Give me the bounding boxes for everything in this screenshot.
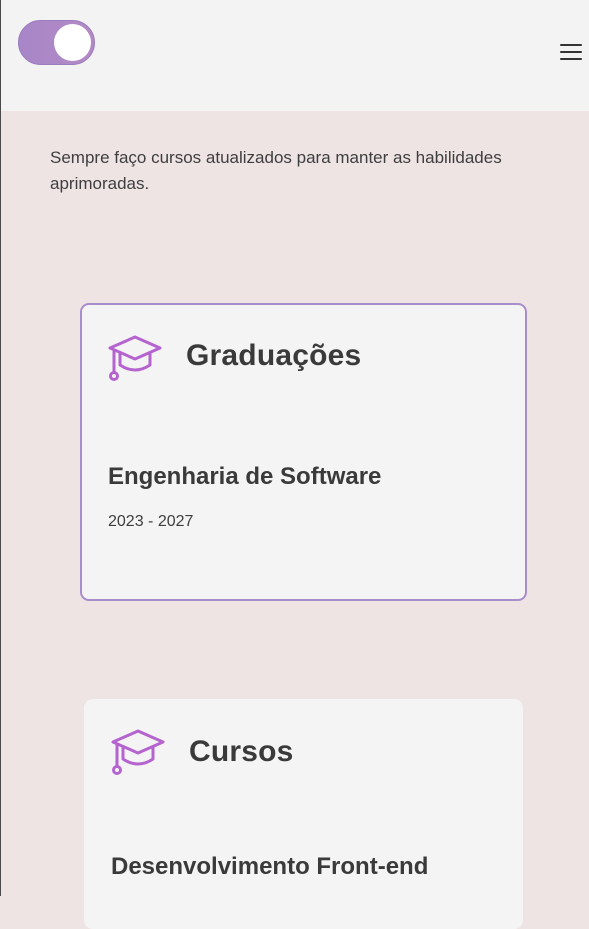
intro-text: Sempre faço cursos atualizados para mant… — [50, 148, 502, 193]
card-title: Cursos — [189, 735, 294, 768]
window-edge — [0, 0, 1, 896]
toggle-knob — [54, 24, 91, 61]
theme-toggle[interactable] — [18, 20, 95, 65]
course-date: 2023 - 2027 — [108, 513, 194, 530]
graduation-cap-icon — [108, 335, 162, 381]
card-title: Graduações — [186, 339, 362, 372]
course-title: Engenharia de Software — [108, 463, 382, 490]
course-title: Desenvolvimento Front-end — [111, 853, 429, 880]
courses-card: Cursos Desenvolvimento Front-end — [84, 699, 523, 929]
graduations-card: Graduações Engenharia de Software 2023 -… — [80, 303, 527, 601]
graduation-cap-icon — [111, 729, 165, 775]
top-header — [0, 0, 589, 111]
hamburger-menu-icon[interactable] — [560, 44, 582, 62]
